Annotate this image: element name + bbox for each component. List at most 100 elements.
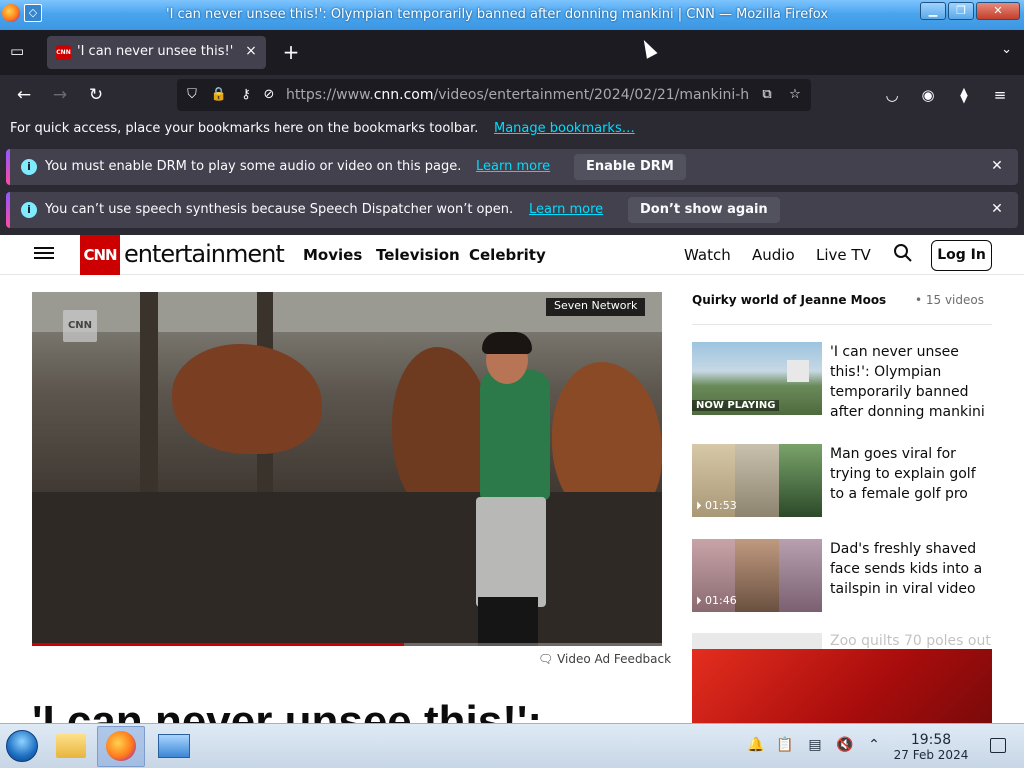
dont-show-again-button[interactable]: Don’t show again bbox=[628, 197, 780, 223]
video-thumbnail[interactable]: ⏵ 01:46 bbox=[692, 539, 822, 612]
enable-drm-button[interactable]: Enable DRM bbox=[574, 154, 686, 180]
clock-date: 27 Feb 2024 bbox=[893, 748, 969, 762]
close-window-button[interactable]: ✕ bbox=[976, 2, 1020, 20]
navigation-toolbar: ← → ↻ ⛉ 🔒 ⚷ ⊘ https://www.cnn.com/videos… bbox=[0, 75, 1024, 115]
video-progress-fill bbox=[32, 643, 404, 646]
cnn-favicon-icon: CNN bbox=[56, 45, 71, 60]
new-tab-button[interactable]: + bbox=[280, 41, 302, 63]
drm-notification: i You must enable DRM to play some audio… bbox=[6, 149, 1018, 185]
headline: 'I can never unsee this!': bbox=[32, 697, 542, 723]
forward-button[interactable]: → bbox=[49, 84, 71, 106]
info-icon: i bbox=[21, 202, 37, 218]
playlist-item[interactable]: ⏵ 01:46 Dad's freshly shaved face sends … bbox=[692, 539, 992, 613]
lock-icon[interactable]: 🔒 bbox=[210, 87, 228, 103]
autoplay-blocked-icon[interactable]: ⊘ bbox=[260, 87, 278, 103]
firefox-view-icon[interactable]: ▭ bbox=[10, 42, 30, 62]
thumbnail-image bbox=[787, 360, 809, 382]
playlist-header: Quirky world of Jeanne Moos • 15 videos bbox=[692, 293, 992, 325]
nav-celebrity[interactable]: Celebrity bbox=[469, 246, 546, 264]
info-icon: i bbox=[21, 159, 37, 175]
login-button[interactable]: Log In bbox=[931, 240, 992, 271]
tray-expand-icon[interactable]: ⌃ bbox=[865, 736, 883, 754]
firefox-icon bbox=[106, 731, 136, 761]
nav-movies[interactable]: Movies bbox=[303, 246, 362, 264]
control-panel-icon[interactable] bbox=[158, 734, 190, 758]
close-drm-notification-button[interactable]: ✕ bbox=[988, 158, 1006, 174]
back-button[interactable]: ← bbox=[13, 84, 35, 106]
video-thumbnail[interactable]: ⏵ 01:53 bbox=[692, 444, 822, 517]
clock[interactable]: 19:58 27 Feb 2024 bbox=[890, 732, 972, 762]
tab-active[interactable]: CNN 'I can never unsee this!' × bbox=[47, 36, 266, 69]
thumbnail-image bbox=[735, 539, 779, 612]
stall-wall bbox=[32, 492, 662, 646]
permissions-icon[interactable]: ⚷ bbox=[237, 87, 255, 103]
firefox-icon[interactable] bbox=[2, 4, 20, 22]
video-progress-bar[interactable] bbox=[32, 643, 662, 646]
maximize-button[interactable]: ❐ bbox=[948, 2, 974, 20]
menu-hamburger-icon[interactable]: ≡ bbox=[989, 84, 1011, 106]
storage-icon[interactable]: ▤ bbox=[806, 736, 824, 754]
pin-icon[interactable]: ◇ bbox=[24, 4, 42, 22]
section-name[interactable]: entertainment bbox=[124, 240, 285, 268]
taskbar: 🔔 📋 ▤ 🔇 ⌃ 19:58 27 Feb 2024 bbox=[0, 723, 1024, 768]
cnn-logo[interactable]: CNN bbox=[80, 235, 120, 275]
manage-bookmarks-link[interactable]: Manage bookmarks… bbox=[494, 121, 635, 136]
thumbnail-image bbox=[735, 444, 779, 517]
speech-message: You can’t use speech synthesis because S… bbox=[45, 202, 514, 217]
person-hair bbox=[482, 332, 532, 354]
cnn-watermark: CNN bbox=[63, 310, 97, 342]
clipboard-icon[interactable]: 📋 bbox=[776, 736, 794, 754]
video-player[interactable]: CNN Seven Network bbox=[32, 292, 662, 646]
drm-message: You must enable DRM to play some audio o… bbox=[45, 159, 462, 174]
close-speech-notification-button[interactable]: ✕ bbox=[988, 201, 1006, 217]
search-icon[interactable] bbox=[893, 243, 913, 263]
nav-audio[interactable]: Audio bbox=[752, 246, 795, 264]
duration-label: ⏵ 01:46 bbox=[696, 594, 737, 607]
nav-television[interactable]: Television bbox=[376, 246, 460, 264]
list-all-tabs-chevron-icon[interactable]: ⌄ bbox=[1001, 42, 1012, 57]
tab-title: 'I can never unsee this!' bbox=[77, 44, 234, 59]
video-thumbnail[interactable]: NOW PLAYING bbox=[692, 342, 822, 415]
notifications-bell-icon[interactable]: 🔔 bbox=[747, 736, 765, 754]
minimize-button[interactable]: ▁ bbox=[920, 2, 946, 20]
network-label: Seven Network bbox=[546, 298, 646, 316]
playlist-caption: Zoo quilts 70 poles out bbox=[830, 633, 991, 649]
start-button[interactable] bbox=[6, 730, 38, 762]
bookmarks-hint: For quick access, place your bookmarks h… bbox=[10, 121, 479, 136]
volume-muted-icon[interactable]: 🔇 bbox=[836, 736, 854, 754]
playlist-title[interactable]: Quirky world of Jeanne Moos bbox=[692, 293, 886, 307]
extensions-icon[interactable]: ⧫ bbox=[953, 84, 975, 106]
thumbnail-image bbox=[779, 539, 822, 612]
tracking-protection-shield-icon[interactable]: ⛉ bbox=[183, 87, 201, 103]
nav-live-tv[interactable]: Live TV bbox=[816, 246, 871, 264]
speech-notification: i You can’t use speech synthesis because… bbox=[6, 192, 1018, 228]
playlist-item[interactable]: ⏵ 01:53 Man goes viral for trying to exp… bbox=[692, 444, 992, 518]
playlist-caption[interactable]: Dad's freshly shaved face sends kids int… bbox=[830, 539, 988, 599]
playlist-count: • 15 videos bbox=[914, 293, 984, 307]
tab-strip: ▭ CNN 'I can never unsee this!' × + ⌄ bbox=[0, 30, 1024, 75]
web-page: CNN entertainment Movies Television Cele… bbox=[0, 235, 1024, 723]
video-ad-feedback[interactable]: 🗨 Video Ad Feedback bbox=[538, 652, 671, 666]
bookmark-star-icon[interactable]: ☆ bbox=[786, 87, 804, 103]
advertisement[interactable] bbox=[692, 649, 992, 723]
speech-learn-more-link[interactable]: Learn more bbox=[529, 202, 603, 217]
file-manager-icon[interactable] bbox=[56, 734, 86, 758]
pocket-icon[interactable]: ◡ bbox=[881, 84, 903, 106]
window-controls: ▁ ❐ ✕ bbox=[920, 2, 1020, 20]
url-bar[interactable]: ⛉ 🔒 ⚷ ⊘ https://www.cnn.com/videos/enter… bbox=[177, 79, 811, 111]
clock-time: 19:58 bbox=[910, 732, 952, 748]
bookmarks-toolbar: For quick access, place your bookmarks h… bbox=[0, 115, 1024, 143]
playlist-item[interactable]: NOW PLAYING 'I can never unsee this!': O… bbox=[692, 342, 992, 420]
picture-in-picture-icon[interactable]: ⧉ bbox=[758, 87, 776, 103]
tab-close-button[interactable]: × bbox=[242, 43, 260, 59]
drm-learn-more-link[interactable]: Learn more bbox=[476, 159, 550, 174]
person-boots bbox=[478, 597, 538, 646]
nav-watch[interactable]: Watch bbox=[684, 246, 731, 264]
account-icon[interactable]: ◉ bbox=[917, 84, 939, 106]
playlist-caption[interactable]: 'I can never unsee this!': Olympian temp… bbox=[830, 342, 988, 422]
reload-button[interactable]: ↻ bbox=[85, 84, 107, 106]
playlist-caption[interactable]: Man goes viral for trying to explain gol… bbox=[830, 444, 988, 504]
menu-icon[interactable] bbox=[34, 244, 54, 264]
show-desktop-button[interactable] bbox=[990, 738, 1006, 753]
url-text[interactable]: https://www.cnn.com/videos/entertainment… bbox=[286, 87, 756, 103]
